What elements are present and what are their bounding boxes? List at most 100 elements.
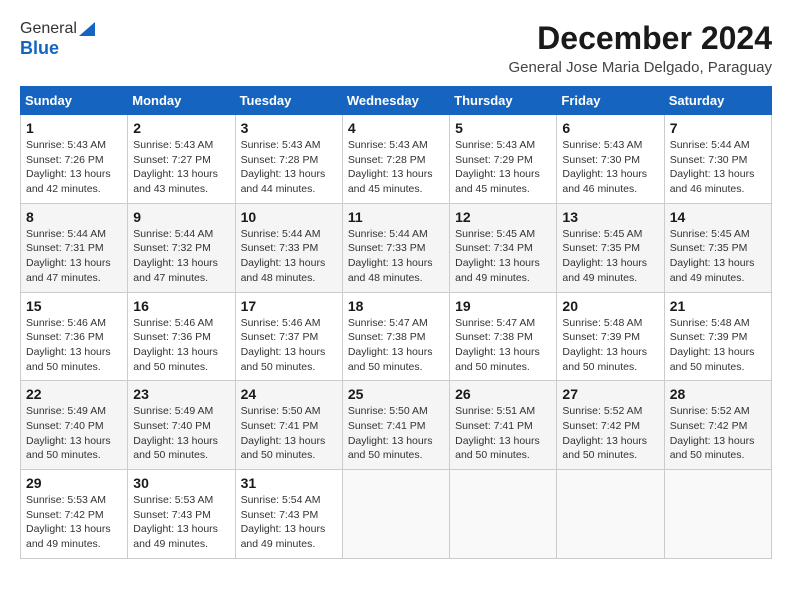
calendar-cell: 23 Sunrise: 5:49 AMSunset: 7:40 PMDaylig… bbox=[128, 381, 235, 470]
calendar-cell bbox=[664, 470, 771, 559]
day-number: 23 bbox=[133, 386, 229, 402]
day-info: Sunrise: 5:53 AMSunset: 7:42 PMDaylight:… bbox=[26, 494, 111, 550]
day-info: Sunrise: 5:44 AMSunset: 7:31 PMDaylight:… bbox=[26, 228, 111, 284]
day-number: 12 bbox=[455, 209, 551, 225]
day-number: 25 bbox=[348, 386, 444, 402]
logo-arrow-icon bbox=[79, 22, 95, 36]
day-info: Sunrise: 5:43 AMSunset: 7:27 PMDaylight:… bbox=[133, 139, 218, 195]
day-info: Sunrise: 5:44 AMSunset: 7:30 PMDaylight:… bbox=[670, 139, 755, 195]
day-header-tuesday: Tuesday bbox=[235, 87, 342, 115]
day-info: Sunrise: 5:44 AMSunset: 7:32 PMDaylight:… bbox=[133, 228, 218, 284]
calendar-cell: 24 Sunrise: 5:50 AMSunset: 7:41 PMDaylig… bbox=[235, 381, 342, 470]
calendar-cell: 11 Sunrise: 5:44 AMSunset: 7:33 PMDaylig… bbox=[342, 203, 449, 292]
calendar-cell: 22 Sunrise: 5:49 AMSunset: 7:40 PMDaylig… bbox=[21, 381, 128, 470]
day-number: 1 bbox=[26, 120, 122, 136]
day-number: 26 bbox=[455, 386, 551, 402]
day-number: 22 bbox=[26, 386, 122, 402]
day-info: Sunrise: 5:44 AMSunset: 7:33 PMDaylight:… bbox=[241, 228, 326, 284]
day-info: Sunrise: 5:46 AMSunset: 7:37 PMDaylight:… bbox=[241, 317, 326, 373]
day-info: Sunrise: 5:43 AMSunset: 7:30 PMDaylight:… bbox=[562, 139, 647, 195]
day-info: Sunrise: 5:45 AMSunset: 7:34 PMDaylight:… bbox=[455, 228, 540, 284]
calendar-week-row: 29 Sunrise: 5:53 AMSunset: 7:42 PMDaylig… bbox=[21, 470, 772, 559]
day-header-friday: Friday bbox=[557, 87, 664, 115]
calendar-cell: 18 Sunrise: 5:47 AMSunset: 7:38 PMDaylig… bbox=[342, 292, 449, 381]
day-header-wednesday: Wednesday bbox=[342, 87, 449, 115]
calendar-cell: 29 Sunrise: 5:53 AMSunset: 7:42 PMDaylig… bbox=[21, 470, 128, 559]
day-number: 28 bbox=[670, 386, 766, 402]
calendar-cell: 6 Sunrise: 5:43 AMSunset: 7:30 PMDayligh… bbox=[557, 115, 664, 204]
day-number: 21 bbox=[670, 298, 766, 314]
logo-blue-text: Blue bbox=[20, 38, 59, 59]
calendar-cell bbox=[450, 470, 557, 559]
calendar-cell: 25 Sunrise: 5:50 AMSunset: 7:41 PMDaylig… bbox=[342, 381, 449, 470]
day-number: 24 bbox=[241, 386, 337, 402]
calendar-week-row: 8 Sunrise: 5:44 AMSunset: 7:31 PMDayligh… bbox=[21, 203, 772, 292]
logo-general-text: General bbox=[20, 20, 77, 38]
day-info: Sunrise: 5:50 AMSunset: 7:41 PMDaylight:… bbox=[348, 405, 433, 461]
day-number: 5 bbox=[455, 120, 551, 136]
day-info: Sunrise: 5:50 AMSunset: 7:41 PMDaylight:… bbox=[241, 405, 326, 461]
day-header-thursday: Thursday bbox=[450, 87, 557, 115]
day-header-monday: Monday bbox=[128, 87, 235, 115]
day-number: 18 bbox=[348, 298, 444, 314]
day-info: Sunrise: 5:51 AMSunset: 7:41 PMDaylight:… bbox=[455, 405, 540, 461]
day-number: 2 bbox=[133, 120, 229, 136]
day-info: Sunrise: 5:54 AMSunset: 7:43 PMDaylight:… bbox=[241, 494, 326, 550]
calendar-cell: 3 Sunrise: 5:43 AMSunset: 7:28 PMDayligh… bbox=[235, 115, 342, 204]
day-number: 27 bbox=[562, 386, 658, 402]
day-info: Sunrise: 5:47 AMSunset: 7:38 PMDaylight:… bbox=[348, 317, 433, 373]
day-number: 13 bbox=[562, 209, 658, 225]
day-info: Sunrise: 5:45 AMSunset: 7:35 PMDaylight:… bbox=[562, 228, 647, 284]
day-number: 9 bbox=[133, 209, 229, 225]
calendar-cell: 13 Sunrise: 5:45 AMSunset: 7:35 PMDaylig… bbox=[557, 203, 664, 292]
day-info: Sunrise: 5:46 AMSunset: 7:36 PMDaylight:… bbox=[26, 317, 111, 373]
day-info: Sunrise: 5:48 AMSunset: 7:39 PMDaylight:… bbox=[670, 317, 755, 373]
day-info: Sunrise: 5:45 AMSunset: 7:35 PMDaylight:… bbox=[670, 228, 755, 284]
calendar-cell: 1 Sunrise: 5:43 AMSunset: 7:26 PMDayligh… bbox=[21, 115, 128, 204]
header: General Blue December 2024 General Jose … bbox=[20, 20, 772, 76]
calendar-week-row: 1 Sunrise: 5:43 AMSunset: 7:26 PMDayligh… bbox=[21, 115, 772, 204]
day-number: 4 bbox=[348, 120, 444, 136]
calendar-cell: 12 Sunrise: 5:45 AMSunset: 7:34 PMDaylig… bbox=[450, 203, 557, 292]
day-number: 20 bbox=[562, 298, 658, 314]
location-title: General Jose Maria Delgado, Paraguay bbox=[509, 59, 772, 76]
calendar-cell: 30 Sunrise: 5:53 AMSunset: 7:43 PMDaylig… bbox=[128, 470, 235, 559]
day-info: Sunrise: 5:43 AMSunset: 7:28 PMDaylight:… bbox=[241, 139, 326, 195]
calendar-cell: 5 Sunrise: 5:43 AMSunset: 7:29 PMDayligh… bbox=[450, 115, 557, 204]
calendar-cell: 21 Sunrise: 5:48 AMSunset: 7:39 PMDaylig… bbox=[664, 292, 771, 381]
day-number: 6 bbox=[562, 120, 658, 136]
day-info: Sunrise: 5:44 AMSunset: 7:33 PMDaylight:… bbox=[348, 228, 433, 284]
calendar-cell: 8 Sunrise: 5:44 AMSunset: 7:31 PMDayligh… bbox=[21, 203, 128, 292]
day-number: 11 bbox=[348, 209, 444, 225]
calendar-cell: 27 Sunrise: 5:52 AMSunset: 7:42 PMDaylig… bbox=[557, 381, 664, 470]
day-header-sunday: Sunday bbox=[21, 87, 128, 115]
calendar-cell bbox=[557, 470, 664, 559]
calendar-cell: 9 Sunrise: 5:44 AMSunset: 7:32 PMDayligh… bbox=[128, 203, 235, 292]
day-number: 17 bbox=[241, 298, 337, 314]
calendar-cell: 10 Sunrise: 5:44 AMSunset: 7:33 PMDaylig… bbox=[235, 203, 342, 292]
day-info: Sunrise: 5:48 AMSunset: 7:39 PMDaylight:… bbox=[562, 317, 647, 373]
calendar-cell: 15 Sunrise: 5:46 AMSunset: 7:36 PMDaylig… bbox=[21, 292, 128, 381]
day-info: Sunrise: 5:49 AMSunset: 7:40 PMDaylight:… bbox=[133, 405, 218, 461]
day-number: 14 bbox=[670, 209, 766, 225]
calendar-cell: 14 Sunrise: 5:45 AMSunset: 7:35 PMDaylig… bbox=[664, 203, 771, 292]
calendar-cell: 19 Sunrise: 5:47 AMSunset: 7:38 PMDaylig… bbox=[450, 292, 557, 381]
calendar-cell: 26 Sunrise: 5:51 AMSunset: 7:41 PMDaylig… bbox=[450, 381, 557, 470]
day-info: Sunrise: 5:52 AMSunset: 7:42 PMDaylight:… bbox=[670, 405, 755, 461]
day-number: 19 bbox=[455, 298, 551, 314]
calendar-week-row: 15 Sunrise: 5:46 AMSunset: 7:36 PMDaylig… bbox=[21, 292, 772, 381]
calendar-cell: 4 Sunrise: 5:43 AMSunset: 7:28 PMDayligh… bbox=[342, 115, 449, 204]
day-number: 30 bbox=[133, 475, 229, 491]
day-info: Sunrise: 5:43 AMSunset: 7:29 PMDaylight:… bbox=[455, 139, 540, 195]
calendar-cell: 28 Sunrise: 5:52 AMSunset: 7:42 PMDaylig… bbox=[664, 381, 771, 470]
day-info: Sunrise: 5:47 AMSunset: 7:38 PMDaylight:… bbox=[455, 317, 540, 373]
calendar-cell: 17 Sunrise: 5:46 AMSunset: 7:37 PMDaylig… bbox=[235, 292, 342, 381]
day-number: 8 bbox=[26, 209, 122, 225]
day-number: 16 bbox=[133, 298, 229, 314]
calendar-body: 1 Sunrise: 5:43 AMSunset: 7:26 PMDayligh… bbox=[21, 115, 772, 559]
day-info: Sunrise: 5:46 AMSunset: 7:36 PMDaylight:… bbox=[133, 317, 218, 373]
day-info: Sunrise: 5:52 AMSunset: 7:42 PMDaylight:… bbox=[562, 405, 647, 461]
day-info: Sunrise: 5:49 AMSunset: 7:40 PMDaylight:… bbox=[26, 405, 111, 461]
day-info: Sunrise: 5:53 AMSunset: 7:43 PMDaylight:… bbox=[133, 494, 218, 550]
calendar-cell bbox=[342, 470, 449, 559]
